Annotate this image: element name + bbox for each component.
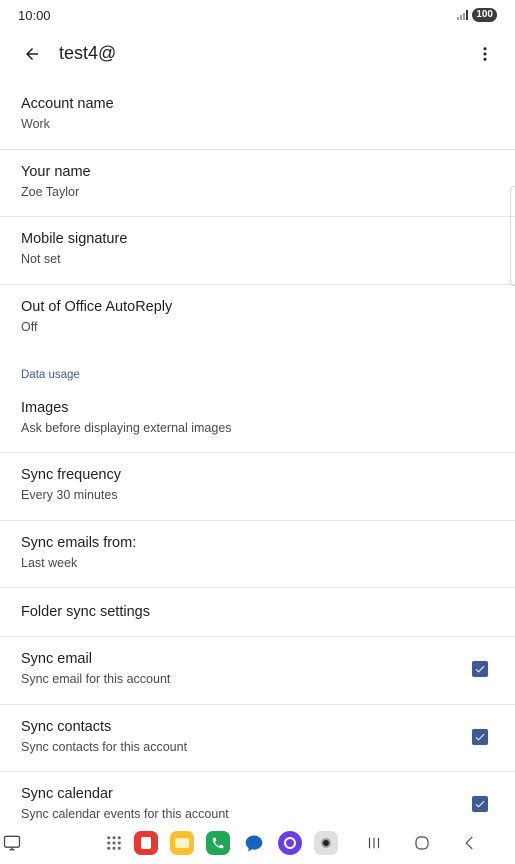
status-indicators: 100 [457,8,497,22]
navigation-bar [0,822,515,864]
home-button[interactable] [410,831,434,855]
setting-folder-sync[interactable]: Folder sync settings [0,588,515,637]
setting-title: Sync emails from: [21,534,137,551]
office-app-button[interactable] [134,831,158,855]
setting-sync-contacts[interactable]: Sync contacts Sync contacts for this acc… [0,705,515,772]
status-bar: 10:00 100 [0,0,515,32]
home-icon [415,836,429,850]
setting-title: Sync email [21,651,92,667]
edge-panel-handle[interactable] [510,186,515,286]
browser-app-icon [278,831,302,855]
setting-title: Out of Office AutoReply [21,298,173,315]
settings-list: Account name Work Your name Zoe Taylor M… [0,82,515,840]
more-options-button[interactable] [471,40,499,68]
battery-icon: 100 [472,8,497,22]
files-app-button[interactable] [170,831,194,855]
keyboard-toggle-icon [3,835,21,851]
apps-grid-icon [107,836,121,850]
check-icon [475,800,485,808]
setting-sync-email[interactable]: Sync email Sync email for this account [0,637,515,705]
setting-value: Ask before displaying external images [21,421,232,435]
page-title: test4@ [59,43,117,63]
status-time: 10:00 [18,8,51,23]
sync-contacts-checkbox[interactable] [472,728,488,745]
messages-app-icon [245,835,263,852]
camera-app-button[interactable] [314,831,338,855]
arrow-left-icon [26,48,38,60]
phone-app-button[interactable] [206,831,230,855]
recents-icon [368,837,380,849]
setting-title: Images [21,400,69,416]
setting-title: Sync contacts [21,718,112,735]
setting-title: Your name [21,163,91,180]
check-icon [475,733,485,740]
files-app-icon [170,831,194,855]
apps-grid-button[interactable] [102,831,126,855]
setting-value: Sync email for this account [21,672,171,686]
back-nav-button[interactable] [458,831,482,855]
setting-title: Account name [21,96,114,112]
sync-email-checkbox[interactable] [472,661,488,677]
phone-app-icon [206,831,230,855]
setting-value: Every 30 minutes [21,488,118,502]
app-bar: test4@ [0,32,515,74]
browser-app-button[interactable] [278,831,302,855]
setting-value: Off [21,319,38,334]
back-button[interactable] [18,40,46,68]
messages-app-button[interactable] [242,831,266,855]
more-vertical-icon [483,47,487,61]
setting-value: Not set [21,252,61,266]
setting-your-name[interactable]: Your name Zoe Taylor [0,150,515,217]
recents-button[interactable] [362,831,386,855]
signal-icon [457,10,469,20]
setting-sync-frequency[interactable]: Sync frequency Every 30 minutes [0,453,515,521]
setting-value: Work [21,117,50,131]
setting-title: Mobile signature [21,231,128,247]
setting-value: Sync contacts for this account [21,739,188,754]
setting-title: Sync frequency [21,467,121,483]
setting-images[interactable]: Images Ask before displaying external im… [0,392,515,453]
back-nav-icon [465,836,473,850]
camera-app-icon [314,831,338,855]
setting-title: Folder sync settings [21,604,150,620]
setting-title: Sync calendar [21,786,113,802]
setting-account-name[interactable]: Account name Work [0,82,515,150]
setting-value: Zoe Taylor [21,184,80,199]
setting-value: Last week [21,555,78,570]
setting-sync-emails-from[interactable]: Sync emails from: Last week [0,521,515,588]
office-app-icon [134,831,158,855]
setting-mobile-signature[interactable]: Mobile signature Not set [0,217,515,285]
setting-out-of-office[interactable]: Out of Office AutoReply Off [0,285,515,353]
sync-calendar-checkbox[interactable] [472,796,488,812]
setting-value: Sync calendar events for this account [21,807,229,821]
check-icon [475,665,485,673]
section-header-data-usage: Data usage [21,369,80,381]
keyboard-toggle-button[interactable] [0,831,24,855]
